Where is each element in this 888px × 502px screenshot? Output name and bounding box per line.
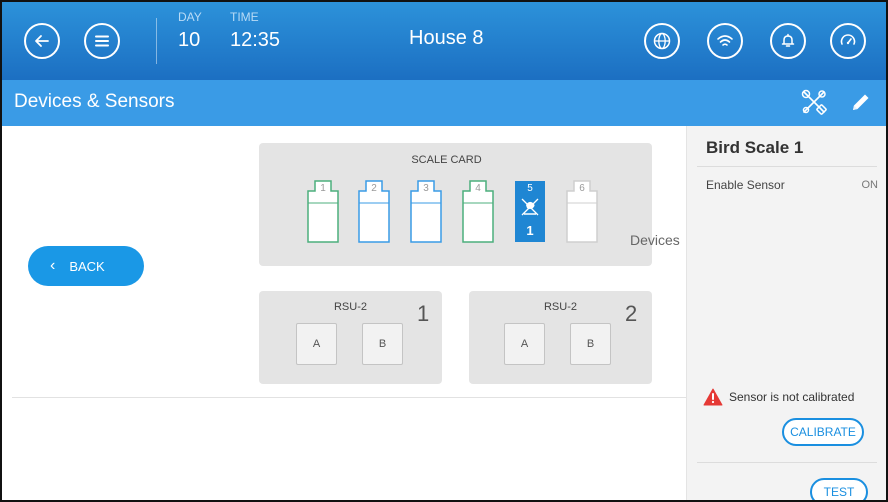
wifi-button[interactable]	[707, 23, 743, 59]
slot-number: 5	[527, 183, 533, 194]
rsu-number: 2	[625, 301, 638, 326]
enable-sensor-toggle[interactable]: ON	[862, 179, 879, 191]
scale-card-title: SCALE CARD	[411, 154, 482, 166]
scale-slot-2[interactable]: 2	[358, 179, 390, 243]
sensor-detail-panel: Bird Scale 1 Enable Sensor ON Sensor is …	[686, 126, 886, 500]
rsu-input-b[interactable]: B	[570, 323, 611, 365]
globe-button[interactable]	[644, 23, 680, 59]
menu-button[interactable]	[84, 23, 120, 59]
back-button-label: BACK	[69, 258, 105, 274]
back-arrow-button[interactable]	[24, 23, 60, 59]
rsu-input-a[interactable]: A	[504, 323, 545, 365]
globe-icon	[653, 32, 671, 50]
gauge-icon	[840, 34, 856, 45]
app-window: DAY 10 TIME 12:35 House 8 Devices & Sens…	[0, 0, 888, 502]
scale-card: SCALE CARD 1 2 3 4 5 1 6	[259, 143, 652, 266]
rsu-input-b[interactable]: B	[362, 323, 403, 365]
time-label: TIME	[230, 10, 259, 24]
scale-slot-3[interactable]: 3	[410, 179, 442, 243]
wifi-icon	[717, 35, 733, 46]
bird-scale-icon	[521, 198, 539, 216]
bell-button[interactable]	[770, 23, 806, 59]
scale-slot-5[interactable]: 5 1	[514, 179, 546, 243]
house-name: House 8	[409, 27, 484, 49]
slot-number: 1	[320, 183, 326, 194]
slot-number: 2	[371, 183, 377, 194]
top-bar: DAY 10 TIME 12:35 House 8	[2, 2, 886, 80]
warning-icon	[703, 388, 723, 406]
scale-slot-1[interactable]: 1	[307, 179, 339, 243]
devices-label: Devices	[630, 232, 680, 248]
content-divider	[12, 397, 686, 398]
gauge-button[interactable]	[830, 23, 866, 59]
back-arrow-icon	[35, 35, 49, 47]
main-content: ‹ BACK SCALE CARD 1 2 3 4 5 1 6 Devices …	[2, 126, 686, 500]
menu-icon	[95, 35, 109, 47]
chevron-left-icon: ‹	[50, 257, 56, 274]
calibration-warning: Sensor is not calibrated	[703, 388, 854, 406]
edit-button[interactable]	[844, 86, 878, 118]
panel-divider	[697, 462, 877, 463]
calibrate-button[interactable]: CALIBRATE	[782, 418, 864, 446]
test-button[interactable]: TEST	[810, 478, 868, 500]
rsu-number: 1	[417, 301, 430, 326]
slot-number: 3	[423, 183, 429, 194]
slot-device-number: 1	[526, 223, 534, 238]
pencil-icon	[853, 94, 869, 110]
rsu-title: RSU-2	[333, 301, 367, 313]
bell-icon	[781, 33, 795, 47]
warning-text: Sensor is not calibrated	[729, 390, 855, 404]
page-title: Devices & Sensors	[14, 91, 175, 112]
tools-button[interactable]	[797, 86, 831, 118]
section-bar: Devices & Sensors	[2, 80, 886, 126]
panel-divider	[697, 166, 877, 167]
back-button[interactable]: ‹ BACK	[28, 246, 144, 286]
scale-slot-6[interactable]: 6	[566, 179, 598, 243]
day-value: 10	[178, 29, 201, 51]
scale-slot-4[interactable]: 4	[462, 179, 494, 243]
slot-number: 4	[475, 183, 481, 194]
topbar-divider	[156, 18, 157, 64]
rsu-card-2[interactable]: RSU-2 2 A B	[469, 291, 652, 384]
rsu-card-1[interactable]: RSU-2 1 A B	[259, 291, 442, 384]
sensor-title: Bird Scale 1	[706, 138, 804, 157]
rsu-input-a[interactable]: A	[296, 323, 337, 365]
day-label: DAY	[178, 10, 202, 24]
enable-sensor-label: Enable Sensor	[706, 178, 785, 192]
slot-number: 6	[579, 183, 585, 194]
time-value: 12:35	[230, 29, 281, 51]
tools-icon	[801, 89, 827, 115]
